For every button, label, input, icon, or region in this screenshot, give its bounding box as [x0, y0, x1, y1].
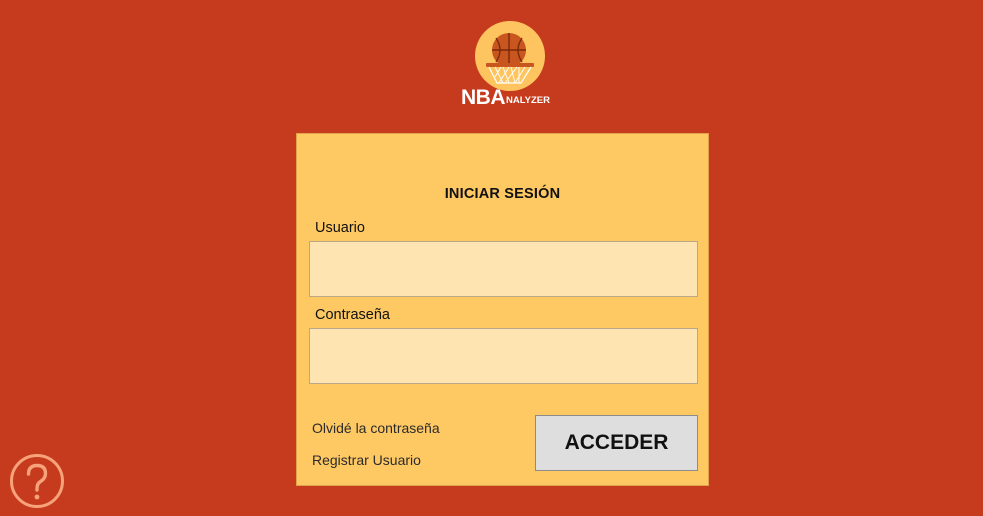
- login-panel: INICIAR SESIÓN Usuario Contraseña Olvidé…: [296, 133, 709, 486]
- username-input[interactable]: [309, 241, 698, 297]
- password-input[interactable]: [309, 328, 698, 384]
- username-label: Usuario: [315, 220, 365, 236]
- logo-wordmark: NBA NALYZER: [461, 87, 550, 109]
- forgot-password-link[interactable]: Olvidé la contraseña: [312, 420, 440, 436]
- logo-text-nba: NBA: [461, 86, 506, 109]
- question-circle-icon: [10, 454, 64, 508]
- login-button[interactable]: ACCEDER: [535, 415, 698, 471]
- basketball-hoop-icon: [486, 33, 534, 84]
- logo-text-nalyzer: NALYZER: [506, 95, 550, 106]
- register-user-link[interactable]: Registrar Usuario: [312, 452, 421, 468]
- help-button[interactable]: [9, 453, 65, 509]
- login-title: INICIAR SESIÓN: [444, 186, 561, 202]
- app-logo: NBA NALYZER: [455, 18, 565, 113]
- password-label: Contraseña: [315, 307, 390, 323]
